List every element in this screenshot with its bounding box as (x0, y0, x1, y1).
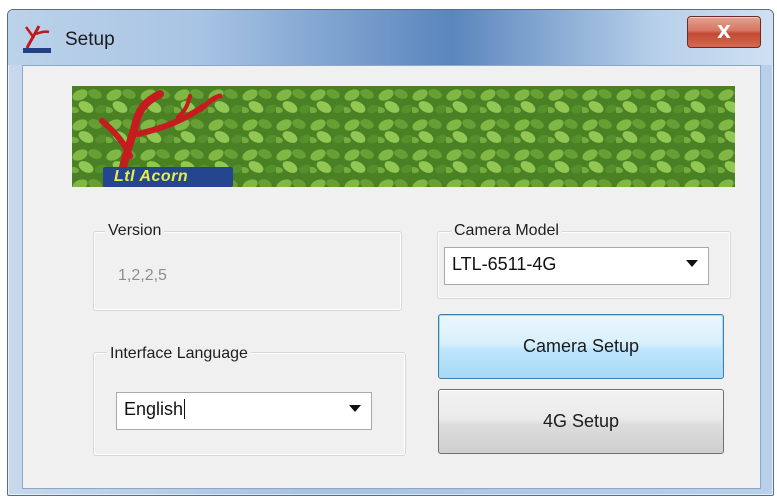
ltl-acorn-logo-icon (21, 24, 55, 54)
camera-setup-button[interactable]: Camera Setup (438, 314, 724, 379)
window-title: Setup (65, 29, 115, 50)
version-value: 1,2,2,5 (118, 267, 167, 284)
close-button[interactable]: X (687, 16, 761, 48)
chevron-down-icon (686, 260, 698, 267)
camera-model-label: Camera Model (451, 222, 562, 240)
4g-setup-button[interactable]: 4G Setup (438, 389, 724, 454)
dialog-client-area: Ltl Acorn Version 1,2,2,5 Camera Model L… (22, 65, 761, 489)
camera-model-selected-value: LTL-6511-4G (452, 254, 557, 274)
text-cursor (184, 399, 186, 419)
interface-language-selected-value: English (124, 399, 186, 420)
chevron-down-icon (349, 405, 361, 412)
interface-language-select[interactable]: English (116, 392, 372, 430)
interface-language-text: English (124, 399, 184, 419)
interface-language-label: Interface Language (107, 345, 251, 363)
close-icon: X (717, 21, 731, 43)
brand-logo-text: Ltl Acorn (114, 168, 189, 185)
setup-window: Setup X Ltl Acorn Version 1,2,2,5 Camera… (7, 9, 774, 496)
title-bar[interactable]: Setup X (8, 10, 773, 65)
version-label: Version (105, 222, 165, 240)
camera-model-select[interactable]: LTL-6511-4G (444, 247, 709, 285)
brand-banner: Ltl Acorn (72, 86, 735, 187)
